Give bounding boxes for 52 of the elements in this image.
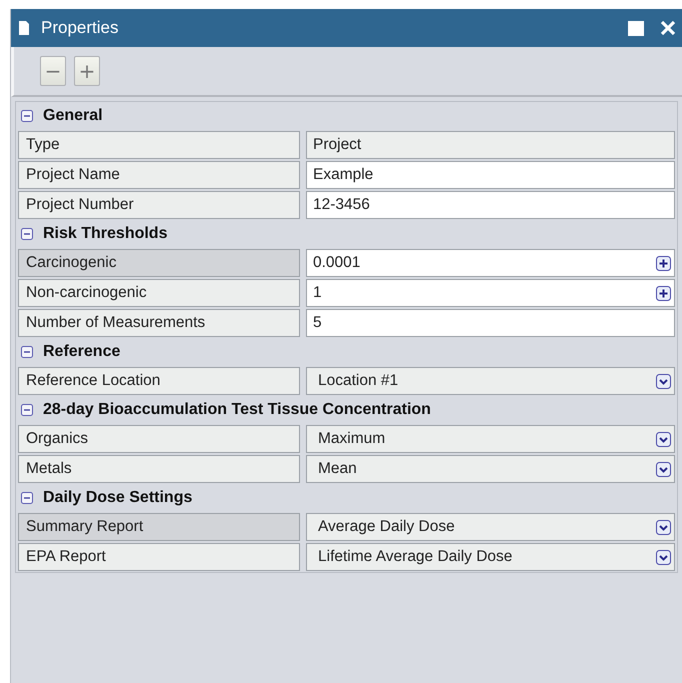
property-label[interactable]: Non-carcinogenic bbox=[18, 279, 300, 307]
property-label[interactable]: Metals bbox=[18, 455, 300, 483]
dropdown[interactable]: Maximum bbox=[306, 425, 675, 453]
chevron-down-icon[interactable] bbox=[656, 462, 671, 476]
chevron-down-icon[interactable] bbox=[656, 550, 671, 564]
input-field[interactable]: 12-3456 bbox=[306, 191, 675, 219]
dropdown[interactable]: Lifetime Average Daily Dose bbox=[306, 543, 675, 571]
document-icon bbox=[19, 21, 29, 35]
property-label[interactable]: EPA Report bbox=[18, 543, 300, 571]
collapse-icon[interactable] bbox=[21, 492, 33, 504]
dropdown-value: Mean bbox=[317, 460, 357, 478]
dropdown-value: Location #1 bbox=[317, 372, 398, 390]
property-label[interactable]: Organics bbox=[18, 425, 300, 453]
field-value: 1 bbox=[313, 284, 322, 302]
collapse-icon[interactable] bbox=[21, 110, 33, 122]
property-label[interactable]: Project Name bbox=[18, 161, 300, 189]
input-field[interactable]: 1 bbox=[306, 279, 675, 307]
chevron-down-icon[interactable] bbox=[656, 374, 671, 388]
input-field[interactable]: 5 bbox=[306, 309, 675, 337]
collapse-icon[interactable] bbox=[21, 346, 33, 358]
dropdown-value: Lifetime Average Daily Dose bbox=[317, 548, 512, 566]
field-value: 0.0001 bbox=[313, 254, 360, 272]
collapse-button[interactable]: − bbox=[40, 56, 66, 86]
section-title: General bbox=[43, 107, 103, 125]
section-title: Risk Thresholds bbox=[43, 225, 168, 243]
input-field[interactable]: Example bbox=[306, 161, 675, 189]
expand-button[interactable]: + bbox=[74, 56, 100, 86]
plus-icon[interactable] bbox=[656, 256, 671, 270]
property-label[interactable]: Type bbox=[18, 131, 300, 159]
section-title: Daily Dose Settings bbox=[43, 489, 192, 507]
section-title: 28-day Bioaccumulation Test Tissue Concentration bbox=[43, 401, 431, 419]
property-value: Project bbox=[306, 131, 675, 159]
window-title: Properties bbox=[41, 18, 118, 38]
property-label[interactable]: Number of Measurements bbox=[18, 309, 300, 337]
maximize-button[interactable] bbox=[628, 20, 644, 36]
property-label[interactable]: Carcinogenic bbox=[18, 249, 300, 277]
dropdown-value: Maximum bbox=[317, 430, 386, 448]
chevron-down-icon[interactable] bbox=[656, 432, 671, 446]
dropdown[interactable]: Location #1 bbox=[306, 367, 675, 395]
property-label[interactable]: Reference Location bbox=[18, 367, 300, 395]
property-label[interactable]: Summary Report bbox=[18, 513, 300, 541]
input-field[interactable]: 0.0001 bbox=[306, 249, 675, 277]
chevron-down-icon[interactable] bbox=[656, 520, 671, 534]
dropdown-value: Average Daily Dose bbox=[317, 518, 455, 536]
dropdown[interactable]: Average Daily Dose bbox=[306, 513, 675, 541]
section-title: Reference bbox=[43, 343, 120, 361]
dropdown[interactable]: Mean bbox=[306, 455, 675, 483]
plus-icon[interactable] bbox=[656, 286, 671, 300]
collapse-icon[interactable] bbox=[21, 228, 33, 240]
collapse-icon[interactable] bbox=[21, 404, 33, 416]
property-label[interactable]: Project Number bbox=[18, 191, 300, 219]
close-button[interactable] bbox=[660, 20, 676, 36]
